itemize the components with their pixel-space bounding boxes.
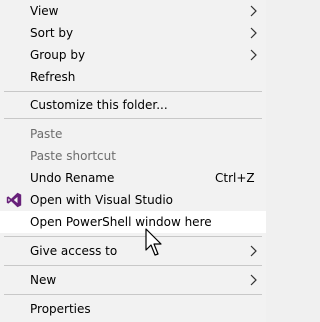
menu-item-paste-shortcut[interactable]: Paste shortcut (0, 145, 266, 167)
menu-item-label: Undo Rename (30, 171, 115, 185)
chevron-right-icon (250, 49, 257, 61)
visual-studio-icon (6, 192, 22, 208)
menu-item-label: Give access to (30, 244, 118, 258)
mouse-pointer-icon (145, 228, 162, 256)
chevron-right-icon (250, 245, 257, 257)
menu-item-label: Paste shortcut (30, 149, 116, 163)
menu-separator (4, 236, 262, 237)
menu-item-label: Open PowerShell window here (30, 215, 212, 229)
menu-item-label: Group by (30, 48, 86, 62)
chevron-right-icon (250, 5, 257, 17)
menu-item-undo-rename[interactable]: Undo Rename Ctrl+Z (0, 167, 266, 189)
menu-item-group-by[interactable]: Group by (0, 44, 266, 66)
menu-item-label: Customize this folder... (30, 98, 168, 112)
menu-item-shortcut: Ctrl+Z (215, 171, 255, 185)
menu-item-sort-by[interactable]: Sort by (0, 22, 266, 44)
chevron-right-icon (250, 27, 257, 39)
menu-item-paste[interactable]: Paste (0, 123, 266, 145)
menu-item-view[interactable]: View (0, 0, 266, 22)
menu-item-customize-folder[interactable]: Customize this folder... (0, 94, 266, 116)
menu-item-label: Properties (30, 302, 91, 316)
menu-item-label: Sort by (30, 26, 74, 40)
chevron-right-icon (250, 274, 257, 286)
menu-item-open-visual-studio[interactable]: Open with Visual Studio (0, 189, 266, 211)
menu-item-label: Refresh (30, 70, 76, 84)
menu-item-open-powershell[interactable]: Open PowerShell window here (0, 211, 266, 233)
menu-item-label: Open with Visual Studio (30, 193, 173, 207)
menu-separator (4, 91, 262, 92)
menu-item-refresh[interactable]: Refresh (0, 66, 266, 88)
menu-item-new[interactable]: New (0, 269, 266, 291)
menu-item-properties[interactable]: Properties (0, 298, 266, 320)
menu-item-label: View (30, 4, 59, 18)
context-menu: View Sort by Group by Refresh Customize … (0, 0, 266, 322)
menu-item-give-access[interactable]: Give access to (0, 240, 266, 262)
menu-separator (4, 265, 262, 266)
menu-item-label: Paste (30, 127, 63, 141)
menu-separator (4, 118, 262, 119)
menu-item-label: New (30, 273, 57, 287)
menu-separator (4, 294, 262, 295)
